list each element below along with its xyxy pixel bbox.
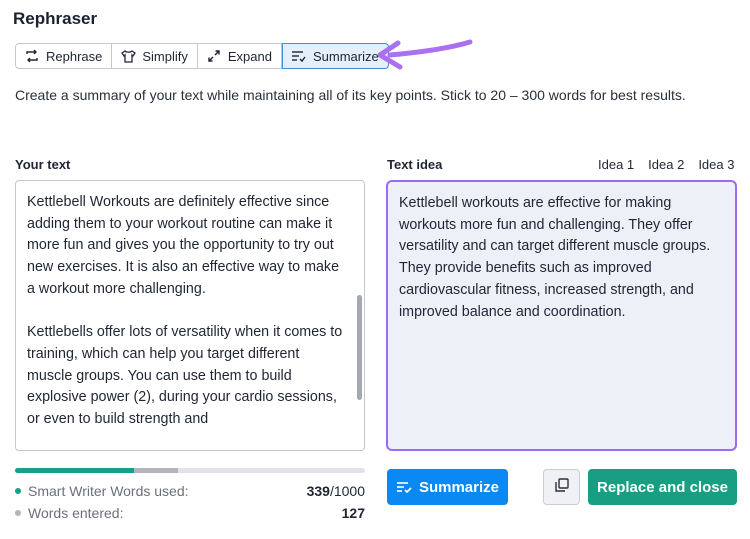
- mode-toolbar: Rephrase Simplify Expand Summarize: [15, 43, 389, 69]
- words-entered-value: 127: [341, 505, 365, 521]
- summarize-button-label: Summarize: [418, 478, 500, 496]
- expand-icon: [206, 48, 222, 64]
- text-idea-output[interactable]: Kettlebell workouts are effective for ma…: [386, 180, 737, 451]
- words-limit-value: /1000: [329, 483, 365, 499]
- tab-idea-2[interactable]: Idea 2: [648, 157, 684, 172]
- replace-and-close-button[interactable]: Replace and close: [588, 469, 737, 505]
- app-title: Rephraser: [13, 9, 98, 28]
- text-paragraph: Kettlebell Workouts are definitely effec…: [27, 194, 340, 297]
- your-text-input[interactable]: Kettlebell Workouts are definitely effec…: [15, 180, 365, 451]
- words-used-value: 339: [306, 483, 330, 499]
- tab-idea-1[interactable]: Idea 1: [598, 157, 634, 172]
- tab-idea-3[interactable]: Idea 3: [698, 157, 734, 172]
- mode-description: Create a summary of your text while main…: [15, 87, 686, 103]
- words-entered-fill: [133, 468, 179, 473]
- your-text-content[interactable]: Kettlebell Workouts are definitely effec…: [27, 192, 347, 450]
- summarize-button[interactable]: Summarize: [387, 469, 508, 505]
- tab-rephrase[interactable]: Rephrase: [16, 44, 113, 68]
- scrollbar[interactable]: [356, 183, 363, 448]
- rephrase-icon: [24, 48, 40, 64]
- idea-tabs: Idea 1 Idea 2 Idea 3: [598, 157, 734, 172]
- annotation-arrow-icon: [377, 39, 473, 70]
- words-used-dot: [15, 488, 21, 494]
- text-idea-content: Kettlebell workouts are effective for ma…: [399, 195, 711, 320]
- tab-summarize-label: Summarize: [312, 48, 379, 64]
- copy-button[interactable]: [543, 469, 580, 505]
- words-entered-dot: [15, 510, 21, 516]
- words-entered-stat: Words entered: 127: [15, 505, 365, 521]
- words-used-stat: Smart Writer Words used: 339/1000: [15, 483, 365, 499]
- summarize-icon: [396, 480, 412, 494]
- copy-icon: [554, 477, 569, 497]
- scrollbar-thumb[interactable]: [357, 295, 362, 400]
- words-entered-label: Words entered:: [28, 505, 124, 521]
- tab-simplify[interactable]: Simplify: [112, 44, 198, 68]
- your-text-label: Your text: [15, 157, 71, 172]
- words-used-label: Smart Writer Words used:: [28, 483, 189, 499]
- simplify-icon: [120, 48, 136, 64]
- tab-rephrase-label: Rephrase: [46, 48, 103, 64]
- words-progress-bar: [15, 468, 365, 473]
- text-paragraph: Kettlebells offer lots of versatility wh…: [27, 324, 343, 428]
- words-used-fill: [15, 468, 134, 473]
- text-idea-label: Text idea: [387, 157, 443, 172]
- tab-simplify-label: Simplify: [142, 48, 188, 64]
- tab-expand[interactable]: Expand: [198, 44, 282, 68]
- tab-expand-label: Expand: [227, 48, 272, 64]
- summarize-icon: [291, 48, 307, 64]
